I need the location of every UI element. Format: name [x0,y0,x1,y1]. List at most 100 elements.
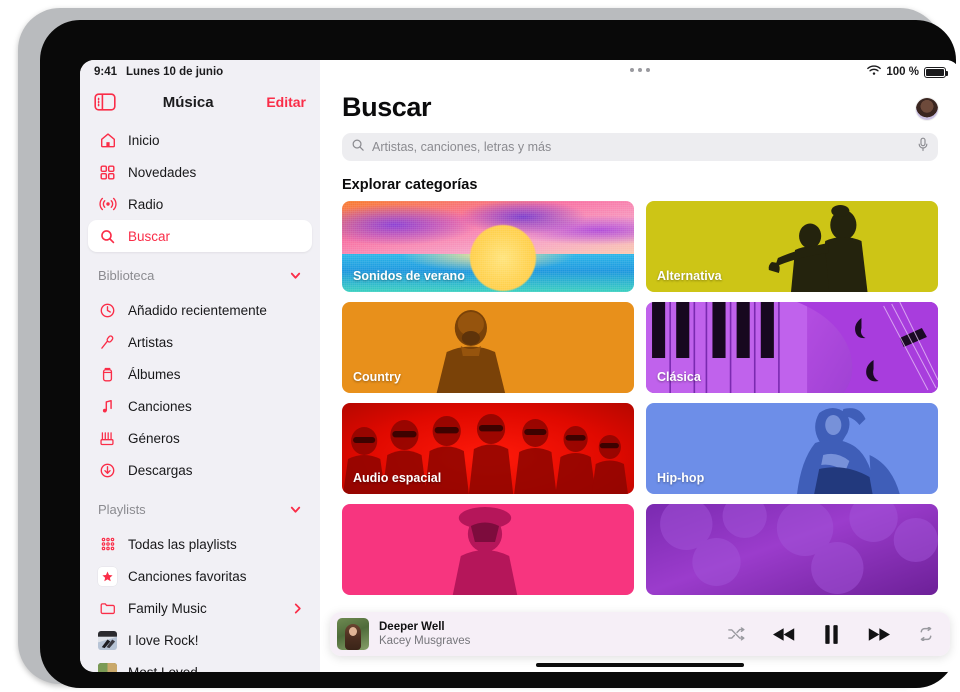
sidebar-item-favorite-songs[interactable]: Canciones favoritas [88,560,312,592]
sidebar-item-label: Inicio [128,132,160,148]
repeat-button[interactable] [918,627,934,641]
category-tile-clasica[interactable]: Clásica [646,302,938,393]
sidebar-item-label: Géneros [128,430,180,446]
sidebar-item-i-love-rock[interactable]: I love Rock! [88,624,312,656]
previous-button[interactable] [773,627,796,642]
playlists-group-title: Playlists [98,501,146,517]
tile-artwork [342,504,634,595]
status-time: 9:41 [94,66,118,78]
category-tile-row4-left[interactable] [342,504,634,595]
sidebar-item-recently-added[interactable]: Añadido recientemente [88,294,312,326]
category-tile-audio-espacial[interactable]: Audio espacial [342,403,634,494]
sidebar-item-albums[interactable]: Álbumes [88,358,312,390]
battery-full-icon [924,66,949,78]
genres-icon [98,429,117,448]
sidebar-item-artists[interactable]: Artistas [88,326,312,358]
category-grid: Sonidos de verano Alternativa Country Cl… [320,201,960,595]
category-tile-country[interactable]: Country [342,302,634,393]
tile-label: Alternativa [657,269,722,283]
now-playing-bar[interactable]: Deeper Well Kacey Musgraves [330,612,950,656]
sidebar-item-family-music[interactable]: Family Music [88,592,312,624]
music-note-icon [98,397,117,416]
folder-icon [98,599,117,618]
sidebar-item-songs[interactable]: Canciones [88,390,312,422]
search-placeholder: Artistas, canciones, letras y más [372,140,552,154]
category-tile-alternativa[interactable]: Alternativa [646,201,938,292]
sidebar: 9:41 Lunes 10 de junio Música Editar Ini… [80,60,320,672]
user-avatar[interactable] [916,98,938,120]
shuffle-button[interactable] [728,627,745,641]
sidebar-item-radio[interactable]: Radio [88,188,312,220]
status-date: Lunes 10 de junio [126,66,224,78]
sidebar-item-label: Álbumes [128,366,181,382]
category-tile-hip-hop[interactable]: Hip-hop [646,403,938,494]
sidebar-item-label: Buscar [128,228,171,244]
chevron-down-icon[interactable] [289,269,302,282]
chevron-right-icon[interactable] [293,602,302,615]
sidebar-item-label: Añadido recientemente [128,302,267,318]
clock-icon [98,301,117,320]
tile-artwork [342,201,634,292]
sidebar-item-downloads[interactable]: Descargas [88,454,312,486]
home-indicator[interactable] [536,663,744,667]
search-icon [351,138,365,157]
pause-button[interactable] [824,624,839,644]
page-title: Buscar [342,92,432,122]
sidebar-item-inicio[interactable]: Inicio [88,124,312,156]
page-header: Buscar [320,84,960,123]
microphone-icon [98,333,117,352]
sidebar-item-all-playlists[interactable]: Todas las playlists [88,528,312,560]
sidebar-title: Música [162,93,214,111]
library-group-header[interactable]: Biblioteca [80,260,320,290]
sidebar-nav: Inicio Novedades Radio Buscar [80,120,320,252]
device-bezel: 9:41 Lunes 10 de junio Música Editar Ini… [40,20,960,688]
library-list: Añadido recientemente Artistas Álbumes C… [80,290,320,486]
download-circle-icon [98,461,117,480]
sidebar-item-label: Todas las playlists [128,536,237,552]
home-icon [98,131,117,150]
sidebar-item-label: Canciones [128,398,192,414]
multitasking-dots-icon[interactable] [320,68,960,72]
device-frame: 9:41 Lunes 10 de junio Música Editar Ini… [18,8,960,688]
album-artwork[interactable] [337,618,369,650]
playlists-group-header[interactable]: Playlists [80,494,320,524]
sidebar-item-genres[interactable]: Géneros [88,422,312,454]
sidebar-item-label: Artistas [128,334,174,350]
playlist-artwork [98,662,117,672]
sidebar-header: Música Editar [80,84,320,120]
playlists-list: Todas las playlists Canciones favoritas … [80,524,320,672]
sidebar-item-most-loved[interactable]: Most Loved [88,656,312,672]
sidebar-item-label: Novedades [128,164,197,180]
sidebar-item-label: Descargas [128,462,193,478]
now-playing-artist: Kacey Musgraves [379,635,471,647]
search-input[interactable]: Artistas, canciones, letras y más [342,133,938,161]
album-icon [98,365,117,384]
grid-icon [98,163,117,182]
sidebar-toggle-icon[interactable] [94,93,116,111]
edit-button[interactable]: Editar [266,94,306,110]
chevron-down-icon[interactable] [289,503,302,516]
status-bar-right: 100 % [320,60,960,84]
radio-broadcast-icon [98,195,117,214]
status-bar-left: 9:41 Lunes 10 de junio [80,60,320,84]
category-tile-sonidos-de-verano[interactable]: Sonidos de verano [342,201,634,292]
star-icon [98,566,117,586]
now-playing-title: Deeper Well [379,620,445,633]
tile-label: Country [353,370,401,384]
sidebar-item-label: Family Music [128,600,207,616]
sidebar-item-novedades[interactable]: Novedades [88,156,312,188]
search-icon [98,227,117,246]
playback-controls [728,624,934,644]
next-button[interactable] [867,627,890,642]
library-group-title: Biblioteca [98,267,155,283]
now-playing-meta: Deeper Well Kacey Musgraves [379,620,470,649]
tile-artwork [646,504,938,595]
sidebar-item-buscar[interactable]: Buscar [88,220,312,252]
tile-label: Audio espacial [353,471,442,485]
tile-label: Hip-hop [657,471,705,485]
playlist-artwork [98,630,117,650]
tile-label: Clásica [657,370,701,384]
category-tile-row4-right[interactable] [646,504,938,595]
microphone-icon[interactable] [917,137,929,157]
sidebar-item-label: Canciones favoritas [128,568,247,584]
